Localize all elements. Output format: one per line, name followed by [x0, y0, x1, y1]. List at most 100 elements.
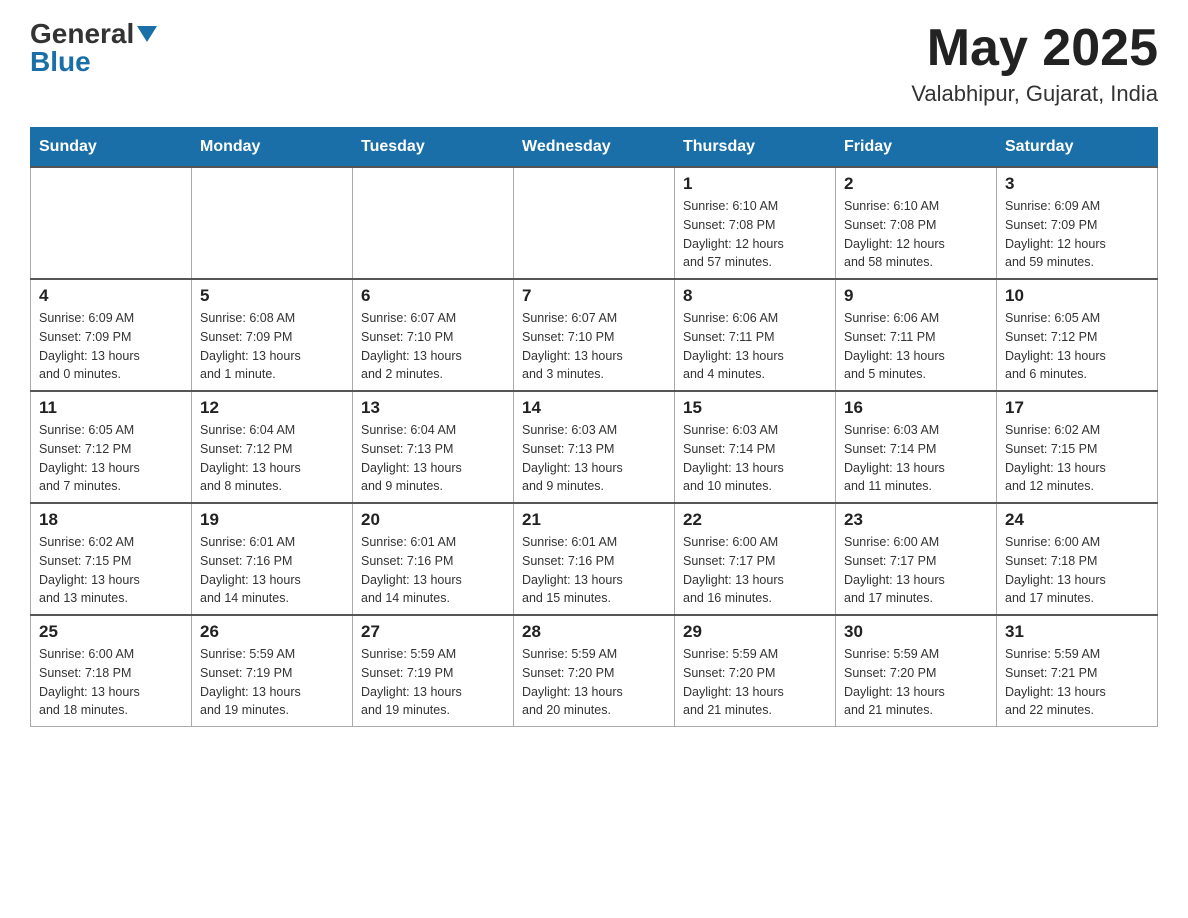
month-title: May 2025	[911, 20, 1158, 77]
day-info: Sunrise: 6:05 AM Sunset: 7:12 PM Dayligh…	[1005, 309, 1149, 384]
day-info: Sunrise: 6:00 AM Sunset: 7:17 PM Dayligh…	[844, 533, 988, 608]
day-number: 30	[844, 622, 988, 642]
location-title: Valabhipur, Gujarat, India	[911, 81, 1158, 107]
day-number: 24	[1005, 510, 1149, 530]
header-tuesday: Tuesday	[353, 128, 514, 168]
day-number: 15	[683, 398, 827, 418]
title-block: May 2025 Valabhipur, Gujarat, India	[911, 20, 1158, 107]
calendar-cell-w1-d4: 1Sunrise: 6:10 AM Sunset: 7:08 PM Daylig…	[675, 167, 836, 279]
day-info: Sunrise: 6:00 AM Sunset: 7:18 PM Dayligh…	[1005, 533, 1149, 608]
calendar-cell-w5-d5: 30 Sunrise: 5:59 AM Sunset: 7:20 PM Dayli…	[836, 615, 997, 727]
day-info: Sunrise: 6:02 AM Sunset: 7:15 PM Dayligh…	[1005, 421, 1149, 496]
calendar-cell-w5-d6: 31Sunrise: 5:59 AM Sunset: 7:21 PM Dayli…	[997, 615, 1158, 727]
header-monday: Monday	[192, 128, 353, 168]
calendar-cell-w2-d0: 4Sunrise: 6:09 AM Sunset: 7:09 PM Daylig…	[31, 279, 192, 391]
calendar-cell-w5-d1: 26Sunrise: 5:59 AM Sunset: 7:19 PM Dayli…	[192, 615, 353, 727]
day-info: Sunrise: 5:59 AM Sunset: 7:21 PM Dayligh…	[1005, 645, 1149, 720]
calendar-cell-w4-d0: 18 Sunrise: 6:02 AM Sunset: 7:15 PM Dayli…	[31, 503, 192, 615]
day-info: Sunrise: 5:59 AM Sunset: 7:20 PM Dayligh…	[683, 645, 827, 720]
week-row-2: 4Sunrise: 6:09 AM Sunset: 7:09 PM Daylig…	[31, 279, 1158, 391]
day-info: Sunrise: 6:04 AM Sunset: 7:13 PM Dayligh…	[361, 421, 505, 496]
calendar-cell-w1-d3	[514, 167, 675, 279]
day-number: 22	[683, 510, 827, 530]
calendar-cell-w2-d3: 7 Sunrise: 6:07 AM Sunset: 7:10 PM Daylig…	[514, 279, 675, 391]
day-number: 11	[39, 398, 183, 418]
header-wednesday: Wednesday	[514, 128, 675, 168]
calendar-cell-w4-d1: 19 Sunrise: 6:01 AM Sunset: 7:16 PM Dayli…	[192, 503, 353, 615]
week-row-3: 11Sunrise: 6:05 AM Sunset: 7:12 PM Dayli…	[31, 391, 1158, 503]
day-info: Sunrise: 6:03 AM Sunset: 7:14 PM Dayligh…	[844, 421, 988, 496]
day-info: Sunrise: 6:06 AM Sunset: 7:11 PM Dayligh…	[844, 309, 988, 384]
day-number: 19	[200, 510, 344, 530]
calendar-cell-w4-d3: 21Sunrise: 6:01 AM Sunset: 7:16 PM Dayli…	[514, 503, 675, 615]
calendar-cell-w2-d2: 6Sunrise: 6:07 AM Sunset: 7:10 PM Daylig…	[353, 279, 514, 391]
day-info: Sunrise: 6:01 AM Sunset: 7:16 PM Dayligh…	[361, 533, 505, 608]
logo: General Blue	[30, 20, 157, 76]
calendar-cell-w1-d5: 2Sunrise: 6:10 AM Sunset: 7:08 PM Daylig…	[836, 167, 997, 279]
calendar-cell-w5-d3: 28 Sunrise: 5:59 AM Sunset: 7:20 PM Dayli…	[514, 615, 675, 727]
day-number: 20	[361, 510, 505, 530]
page-header: General Blue May 2025 Valabhipur, Gujara…	[30, 20, 1158, 107]
calendar-cell-w5-d0: 25 Sunrise: 6:00 AM Sunset: 7:18 PM Dayli…	[31, 615, 192, 727]
day-info: Sunrise: 6:03 AM Sunset: 7:14 PM Dayligh…	[683, 421, 827, 496]
day-info: Sunrise: 6:03 AM Sunset: 7:13 PM Dayligh…	[522, 421, 666, 496]
day-number: 6	[361, 286, 505, 306]
day-number: 25	[39, 622, 183, 642]
calendar-cell-w3-d1: 12 Sunrise: 6:04 AM Sunset: 7:12 PM Dayli…	[192, 391, 353, 503]
header-saturday: Saturday	[997, 128, 1158, 168]
day-info: Sunrise: 6:02 AM Sunset: 7:15 PM Dayligh…	[39, 533, 183, 608]
calendar-cell-w4-d4: 22 Sunrise: 6:00 AM Sunset: 7:17 PM Dayli…	[675, 503, 836, 615]
calendar-cell-w2-d5: 9 Sunrise: 6:06 AM Sunset: 7:11 PM Daylig…	[836, 279, 997, 391]
calendar-cell-w3-d6: 17 Sunrise: 6:02 AM Sunset: 7:15 PM Dayli…	[997, 391, 1158, 503]
day-info: Sunrise: 6:10 AM Sunset: 7:08 PM Dayligh…	[844, 197, 988, 272]
day-info: Sunrise: 6:08 AM Sunset: 7:09 PM Dayligh…	[200, 309, 344, 384]
day-info: Sunrise: 6:07 AM Sunset: 7:10 PM Dayligh…	[522, 309, 666, 384]
calendar-cell-w4-d2: 20 Sunrise: 6:01 AM Sunset: 7:16 PM Dayli…	[353, 503, 514, 615]
week-row-5: 25 Sunrise: 6:00 AM Sunset: 7:18 PM Dayli…	[31, 615, 1158, 727]
calendar-cell-w1-d0	[31, 167, 192, 279]
calendar-cell-w3-d2: 13 Sunrise: 6:04 AM Sunset: 7:13 PM Dayli…	[353, 391, 514, 503]
calendar-cell-w1-d1	[192, 167, 353, 279]
day-number: 9	[844, 286, 988, 306]
logo-blue-text: Blue	[30, 48, 91, 76]
calendar-cell-w1-d6: 3 Sunrise: 6:09 AM Sunset: 7:09 PM Daylig…	[997, 167, 1158, 279]
logo-triangle-icon	[137, 26, 157, 42]
day-number: 10	[1005, 286, 1149, 306]
day-number: 4	[39, 286, 183, 306]
day-info: Sunrise: 6:00 AM Sunset: 7:17 PM Dayligh…	[683, 533, 827, 608]
calendar-cell-w3-d3: 14 Sunrise: 6:03 AM Sunset: 7:13 PM Dayli…	[514, 391, 675, 503]
day-number: 28	[522, 622, 666, 642]
calendar-cell-w3-d4: 15 Sunrise: 6:03 AM Sunset: 7:14 PM Dayli…	[675, 391, 836, 503]
day-number: 17	[1005, 398, 1149, 418]
header-friday: Friday	[836, 128, 997, 168]
day-number: 16	[844, 398, 988, 418]
header-thursday: Thursday	[675, 128, 836, 168]
day-info: Sunrise: 5:59 AM Sunset: 7:20 PM Dayligh…	[844, 645, 988, 720]
day-number: 13	[361, 398, 505, 418]
day-info: Sunrise: 6:01 AM Sunset: 7:16 PM Dayligh…	[200, 533, 344, 608]
calendar-table: Sunday Monday Tuesday Wednesday Thursday…	[30, 127, 1158, 727]
day-number: 26	[200, 622, 344, 642]
week-row-4: 18 Sunrise: 6:02 AM Sunset: 7:15 PM Dayli…	[31, 503, 1158, 615]
calendar-cell-w2-d6: 10 Sunrise: 6:05 AM Sunset: 7:12 PM Dayli…	[997, 279, 1158, 391]
week-row-1: 1Sunrise: 6:10 AM Sunset: 7:08 PM Daylig…	[31, 167, 1158, 279]
calendar-cell-w1-d2	[353, 167, 514, 279]
day-number: 3	[1005, 174, 1149, 194]
day-info: Sunrise: 6:00 AM Sunset: 7:18 PM Dayligh…	[39, 645, 183, 720]
day-number: 23	[844, 510, 988, 530]
day-number: 14	[522, 398, 666, 418]
day-number: 12	[200, 398, 344, 418]
calendar-cell-w3-d0: 11Sunrise: 6:05 AM Sunset: 7:12 PM Dayli…	[31, 391, 192, 503]
day-info: Sunrise: 6:04 AM Sunset: 7:12 PM Dayligh…	[200, 421, 344, 496]
day-info: Sunrise: 6:09 AM Sunset: 7:09 PM Dayligh…	[1005, 197, 1149, 272]
calendar-cell-w5-d2: 27Sunrise: 5:59 AM Sunset: 7:19 PM Dayli…	[353, 615, 514, 727]
day-info: Sunrise: 5:59 AM Sunset: 7:20 PM Dayligh…	[522, 645, 666, 720]
day-info: Sunrise: 6:01 AM Sunset: 7:16 PM Dayligh…	[522, 533, 666, 608]
day-number: 18	[39, 510, 183, 530]
day-number: 8	[683, 286, 827, 306]
day-number: 5	[200, 286, 344, 306]
day-number: 7	[522, 286, 666, 306]
calendar-cell-w2-d1: 5 Sunrise: 6:08 AM Sunset: 7:09 PM Daylig…	[192, 279, 353, 391]
calendar-cell-w4-d5: 23 Sunrise: 6:00 AM Sunset: 7:17 PM Dayli…	[836, 503, 997, 615]
header-sunday: Sunday	[31, 128, 192, 168]
